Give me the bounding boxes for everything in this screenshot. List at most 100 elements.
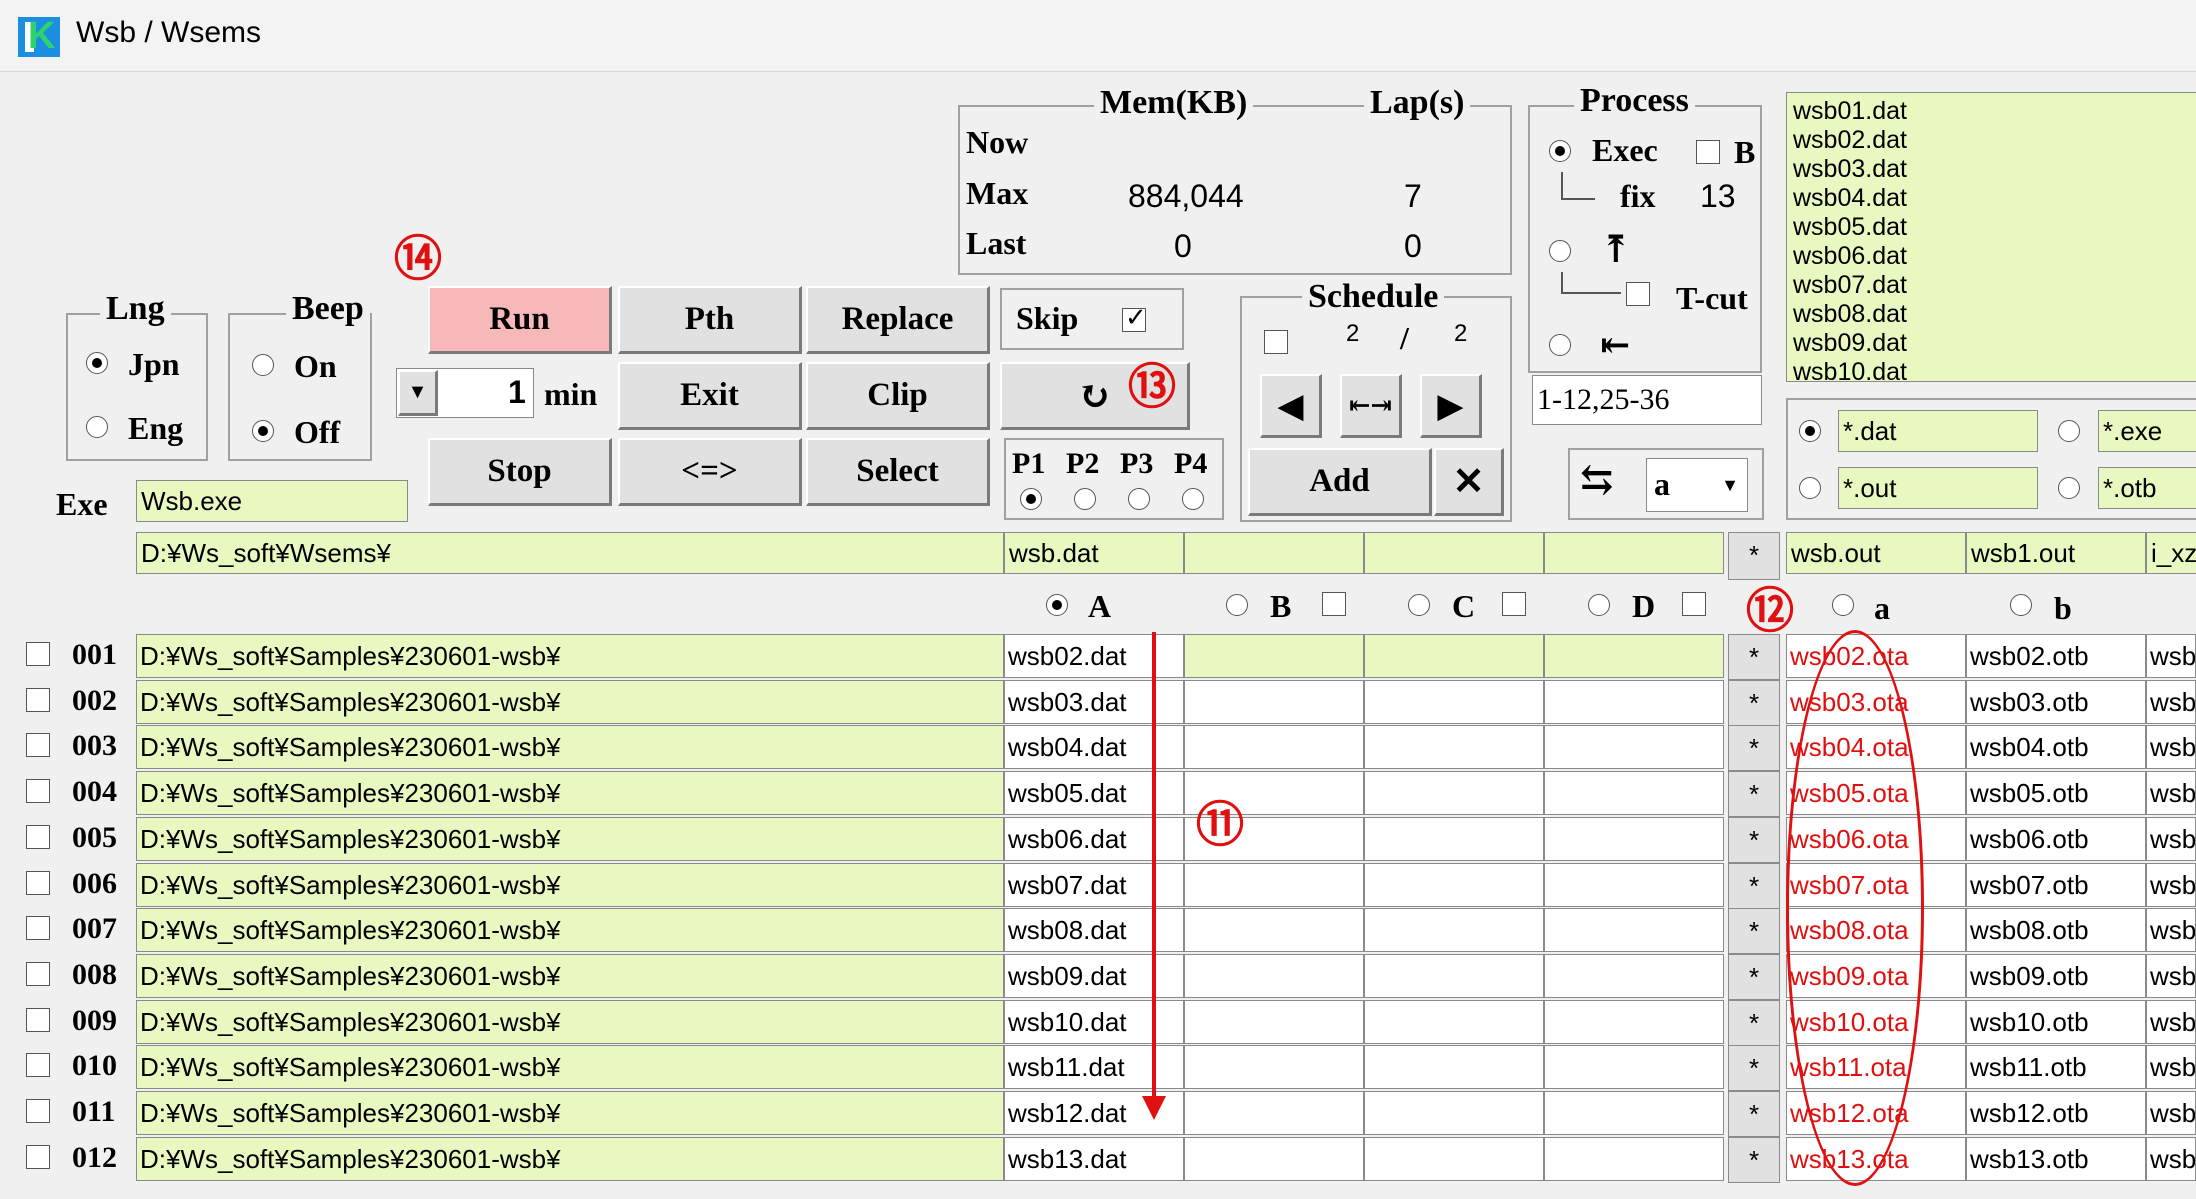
schedule-mid-button[interactable]: ⇤⇥ xyxy=(1340,374,1402,438)
base-file-a[interactable]: wsb.dat xyxy=(1004,532,1184,574)
file-list-item[interactable]: wsb06.dat xyxy=(1793,242,2196,271)
exe-field[interactable]: Wsb.exe xyxy=(136,480,408,522)
filter-dat-radio[interactable] xyxy=(1799,420,1821,442)
row-path-field[interactable]: D:¥Ws_soft¥Samples¥230601-wsb¥ xyxy=(136,817,1004,861)
row-file-c[interactable] xyxy=(1364,725,1544,769)
beep-on-radio[interactable] xyxy=(252,354,274,376)
row-file-b[interactable] xyxy=(1184,1137,1364,1181)
row-file-b[interactable] xyxy=(1184,634,1364,678)
row-path-field[interactable]: D:¥Ws_soft¥Samples¥230601-wsb¥ xyxy=(136,771,1004,815)
row-file-d[interactable] xyxy=(1544,908,1724,952)
filter-exe-radio[interactable] xyxy=(2058,420,2080,442)
row-checkbox[interactable] xyxy=(26,733,50,757)
row-file-b[interactable] xyxy=(1184,908,1364,952)
row-file-b[interactable] xyxy=(1184,863,1364,907)
file-list-item[interactable]: wsb07.dat xyxy=(1793,271,2196,300)
row-out-c[interactable]: wsb xyxy=(2146,954,2196,998)
row-star-button[interactable]: * xyxy=(1728,863,1780,909)
jpn-radio[interactable] xyxy=(86,352,108,374)
row-file-d[interactable] xyxy=(1544,1091,1724,1135)
exec-radio[interactable] xyxy=(1549,140,1571,162)
col-c-radio[interactable] xyxy=(1408,594,1430,616)
filter-out-radio[interactable] xyxy=(1799,477,1821,499)
row-star-button[interactable]: * xyxy=(1728,634,1780,680)
row-file-d[interactable] xyxy=(1544,817,1724,861)
row-path-field[interactable]: D:¥Ws_soft¥Samples¥230601-wsb¥ xyxy=(136,908,1004,952)
row-file-a[interactable]: wsb06.dat xyxy=(1004,817,1184,861)
row-out-b[interactable]: wsb05.otb xyxy=(1966,771,2146,815)
file-list-item[interactable]: wsb03.dat xyxy=(1793,155,2196,184)
swap-button[interactable]: <=> xyxy=(618,438,802,506)
row-file-d[interactable] xyxy=(1544,1000,1724,1044)
schedule-next-button[interactable]: ▶ xyxy=(1420,374,1482,438)
row-checkbox[interactable] xyxy=(26,642,50,666)
swap-icon[interactable]: ⇆ xyxy=(1580,460,1614,500)
row-file-a[interactable]: wsb10.dat xyxy=(1004,1000,1184,1044)
row-star-button[interactable]: * xyxy=(1728,771,1780,817)
row-out-b[interactable]: wsb09.otb xyxy=(1966,954,2146,998)
schedule-prev-button[interactable]: ◀ xyxy=(1260,374,1322,438)
row-file-d[interactable] xyxy=(1544,771,1724,815)
file-listbox[interactable]: wsb01.dat wsb02.dat wsb03.dat wsb04.dat wsb0… xyxy=(1786,92,2196,386)
row-file-a[interactable]: wsb07.dat xyxy=(1004,863,1184,907)
row-out-c[interactable]: wsb xyxy=(2146,1091,2196,1135)
p3-radio[interactable] xyxy=(1128,488,1150,510)
col-out-b-radio[interactable] xyxy=(2010,594,2032,616)
row-file-c[interactable] xyxy=(1364,771,1544,815)
base-file-b[interactable] xyxy=(1184,532,1364,574)
row-file-d[interactable] xyxy=(1544,954,1724,998)
file-list-item[interactable]: wsb08.dat xyxy=(1793,300,2196,329)
col-b-checkbox[interactable] xyxy=(1322,592,1346,616)
combo-dropdown-icon[interactable]: ▼ xyxy=(1716,462,1744,508)
row-file-b[interactable] xyxy=(1184,954,1364,998)
add-button[interactable]: Add xyxy=(1248,448,1432,516)
row-out-c[interactable]: wsb xyxy=(2146,680,2196,724)
col-c-checkbox[interactable] xyxy=(1502,592,1526,616)
row-file-c[interactable] xyxy=(1364,863,1544,907)
row-file-c[interactable] xyxy=(1364,1000,1544,1044)
row-checkbox[interactable] xyxy=(26,1053,50,1077)
row-checkbox[interactable] xyxy=(26,825,50,849)
row-out-c[interactable]: wsb xyxy=(2146,817,2196,861)
row-file-b[interactable] xyxy=(1184,1000,1364,1044)
select-button[interactable]: Select xyxy=(806,438,990,506)
filter-exe-field[interactable]: *.exe xyxy=(2098,410,2196,452)
row-file-d[interactable] xyxy=(1544,680,1724,724)
row-file-c[interactable] xyxy=(1364,1045,1544,1089)
row-path-field[interactable]: D:¥Ws_soft¥Samples¥230601-wsb¥ xyxy=(136,863,1004,907)
row-file-c[interactable] xyxy=(1364,1091,1544,1135)
row-file-b[interactable] xyxy=(1184,725,1364,769)
row-star-button[interactable]: * xyxy=(1728,908,1780,954)
file-list-item[interactable]: wsb04.dat xyxy=(1793,184,2196,213)
file-list-item[interactable]: wsb01.dat xyxy=(1793,97,2196,126)
row-star-button[interactable]: * xyxy=(1728,680,1780,726)
interval-dropdown[interactable]: ▼ xyxy=(398,370,438,416)
row-file-a[interactable]: wsb11.dat xyxy=(1004,1045,1184,1089)
row-star-button[interactable]: * xyxy=(1728,725,1780,771)
row-out-c[interactable]: wsb xyxy=(2146,1045,2196,1089)
row-star-button[interactable]: * xyxy=(1728,1091,1780,1137)
row-file-a[interactable]: wsb08.dat xyxy=(1004,908,1184,952)
row-out-b[interactable]: wsb04.otb xyxy=(1966,725,2146,769)
row-path-field[interactable]: D:¥Ws_soft¥Samples¥230601-wsb¥ xyxy=(136,680,1004,724)
row-checkbox[interactable] xyxy=(26,962,50,986)
row-file-d[interactable] xyxy=(1544,863,1724,907)
b-checkbox[interactable] xyxy=(1696,140,1720,164)
row-checkbox[interactable] xyxy=(26,779,50,803)
row-file-c[interactable] xyxy=(1364,954,1544,998)
row-file-c[interactable] xyxy=(1364,817,1544,861)
row-star-button[interactable]: * xyxy=(1728,817,1780,863)
left-radio[interactable] xyxy=(1549,334,1571,356)
row-star-button[interactable]: * xyxy=(1728,1000,1780,1046)
clear-button[interactable]: ✕ xyxy=(1434,448,1504,516)
row-out-b[interactable]: wsb12.otb xyxy=(1966,1091,2146,1135)
row-checkbox[interactable] xyxy=(26,1145,50,1169)
row-checkbox[interactable] xyxy=(26,688,50,712)
beep-off-radio[interactable] xyxy=(252,420,274,442)
filter-dat-field[interactable]: *.dat xyxy=(1838,410,2038,452)
row-file-b[interactable] xyxy=(1184,1091,1364,1135)
row-out-b[interactable]: wsb03.otb xyxy=(1966,680,2146,724)
row-path-field[interactable]: D:¥Ws_soft¥Samples¥230601-wsb¥ xyxy=(136,1137,1004,1181)
filter-out-field[interactable]: *.out xyxy=(1838,467,2038,509)
row-file-b[interactable] xyxy=(1184,680,1364,724)
